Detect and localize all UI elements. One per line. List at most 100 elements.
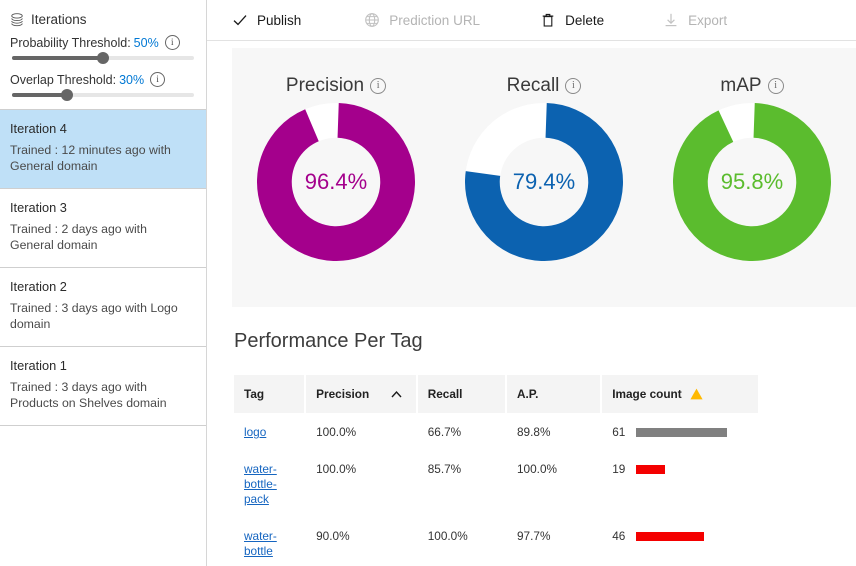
iteration-subtitle: Trained : 3 days ago with Products on Sh… [10,380,167,410]
app-root: Iterations Probability Threshold: 50% i … [0,0,856,566]
cell-recall: 85.7% [417,450,505,517]
publish-button[interactable]: Publish [228,0,305,41]
probability-threshold-label: Probability Threshold: 50% i [10,35,196,50]
export-label: Export [688,12,728,28]
column-header-image-count[interactable]: Image count [602,375,758,413]
image-count-value: 19 [612,462,626,476]
image-count-bar [636,531,705,541]
metric-title: Recall i [507,75,582,97]
warning-triangle-icon[interactable] [690,388,703,400]
metric-title: mAP i [720,75,784,97]
column-header-recall[interactable]: Recall [417,375,505,413]
cell-image-count: 61 [602,413,758,450]
probability-threshold-slider[interactable] [12,52,194,64]
column-header-precision[interactable]: Precision [306,375,416,413]
export-button: Export [659,0,731,41]
download-icon [665,13,677,27]
cell-tag: logo [234,413,305,450]
info-icon[interactable]: i [370,78,387,94]
cell-ap: 89.8% [506,413,601,450]
info-icon[interactable]: i [150,72,166,87]
table-row: water-bottle-pack 100.0% 85.7% 100.0% 19 [234,450,758,517]
slider-fill [12,56,103,60]
tag-link[interactable]: water-bottle-pack [244,462,294,507]
column-label: Precision [316,387,370,401]
metric-recall: Recall i 79.4% [440,48,648,307]
iteration-subtitle: Trained : 2 days ago with General domain [10,222,147,252]
column-label: A.P. [516,387,539,401]
cell-tag: water-bottle-pack [234,450,305,517]
iteration-title: Iteration 3 [10,200,67,215]
overlap-threshold-label: Overlap Threshold: 30% i [10,72,196,87]
metric-precision-value: 96.4% [304,169,368,194]
iteration-title: Iteration 4 [10,121,67,136]
list-item[interactable]: Iteration 1 Trained : 3 days ago with Pr… [0,347,206,426]
check-icon [233,15,247,26]
probability-threshold-value: 50% [133,35,159,50]
map-donut-chart: 95.8% [673,102,831,261]
metric-title: Precision i [285,75,387,97]
metric-precision-label: Precision [285,75,365,96]
table-row: logo 100.0% 66.7% 89.8% 61 [234,413,758,450]
cell-recall: 100.0% [417,517,505,566]
iteration-title: Iteration 2 [10,279,67,294]
cell-precision: 100.0% [306,450,416,517]
column-label: Recall [427,387,463,401]
overlap-threshold-text: Overlap Threshold: [10,72,117,87]
cell-precision: 90.0% [306,517,416,566]
publish-label: Publish [257,12,302,28]
column-header-ap[interactable]: A.P. [506,375,601,413]
iteration-subtitle: Trained : 3 days ago with Logo domain [10,301,178,331]
image-count-bar [636,464,666,474]
iterations-sidebar: Iterations Probability Threshold: 50% i … [0,0,207,566]
delete-label: Delete [565,12,605,28]
probability-threshold-text: Probability Threshold: [10,35,131,50]
overlap-threshold-slider[interactable] [12,89,194,101]
prediction-url-label: Prediction URL [389,12,481,28]
iteration-toolbar: Publish Prediction URL Delete Export [207,0,856,41]
column-label: Image count [612,387,682,401]
tag-link[interactable]: logo [244,425,266,440]
column-header-tag[interactable]: Tag [234,375,305,413]
cell-image-count: 19 [602,450,758,517]
info-icon[interactable]: i [565,78,582,94]
image-count-value: 46 [612,529,626,543]
list-item[interactable]: Iteration 2 Trained : 3 days ago with Lo… [0,268,206,347]
cell-recall: 66.7% [417,413,505,450]
iteration-title: Iteration 1 [10,358,67,373]
globe-icon [365,13,380,27]
prediction-url-button: Prediction URL [360,0,484,41]
info-icon[interactable]: i [767,78,784,94]
metric-precision: Precision i 96.4% [232,48,440,307]
slider-thumb[interactable] [97,52,109,64]
slider-fill [12,93,67,97]
delete-button[interactable]: Delete [536,0,608,41]
iteration-subtitle: Trained : 12 minutes ago with General do… [10,143,171,173]
cell-image-count: 46 [602,517,758,566]
metric-map-label: mAP [720,75,762,96]
image-count-value: 61 [612,425,626,439]
cell-ap: 97.7% [506,517,601,566]
precision-donut-chart: 96.4% [257,102,415,261]
cell-tag: water-bottle [234,517,305,566]
threshold-controls: Probability Threshold: 50% i Overlap Thr… [0,27,206,101]
table-header-row: Tag Precision Recall A.P. Image count [234,375,758,413]
list-item[interactable]: Iteration 4 Trained : 12 minutes ago wit… [0,110,206,189]
probability-threshold-group: Probability Threshold: 50% i [10,35,196,64]
iterations-list: Iteration 4 Trained : 12 minutes ago wit… [0,109,206,426]
list-item[interactable]: Iteration 3 Trained : 2 days ago with Ge… [0,189,206,268]
metric-map-value: 95.8% [720,169,784,194]
column-label: Tag [244,387,265,401]
iterations-header: Iterations [0,0,206,27]
slider-thumb[interactable] [60,89,73,101]
iterations-header-label: Iterations [31,12,87,27]
metric-recall-value: 79.4% [512,169,576,194]
overlap-threshold-group: Overlap Threshold: 30% i [10,72,196,101]
performance-per-tag-section: Performance Per Tag Tag Precision Recall… [232,330,856,566]
tag-link[interactable]: water-bottle [244,529,294,559]
cell-ap: 100.0% [506,450,601,517]
info-icon[interactable]: i [164,35,180,50]
trash-icon [542,13,554,27]
cell-precision: 100.0% [306,413,416,450]
image-count-bar [636,427,728,437]
